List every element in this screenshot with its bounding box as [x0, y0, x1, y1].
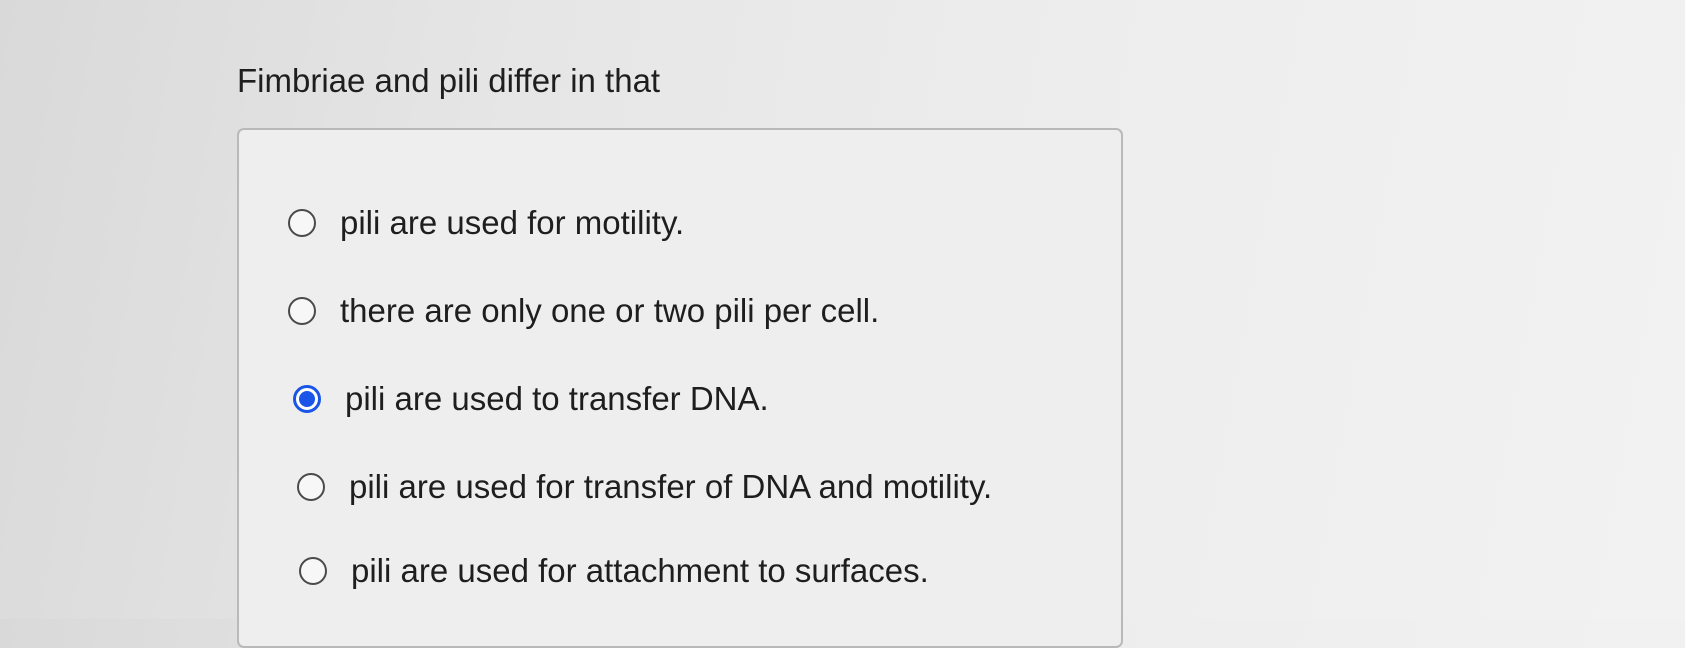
answer-option-1[interactable]: pili are used for motility.	[288, 198, 684, 248]
answer-option-5[interactable]: pili are used for attachment to surfaces…	[299, 546, 929, 596]
question-text: Fimbriae and pili differ in that	[237, 62, 661, 99]
answer-option-label: pili are used for attachment to surfaces…	[351, 552, 929, 589]
answer-option-3[interactable]: pili are used to transfer DNA.	[293, 374, 769, 424]
answer-option-label: pili are used for motility.	[340, 204, 685, 241]
radio-unselected-icon[interactable]	[297, 473, 325, 501]
radio-unselected-icon[interactable]	[288, 209, 316, 237]
radio-unselected-icon[interactable]	[288, 297, 316, 325]
answer-option-label: there are only one or two pili per cell.	[340, 292, 880, 329]
answer-option-label: pili are used for transfer of DNA and mo…	[349, 468, 993, 505]
answer-option-label: pili are used to transfer DNA.	[345, 380, 769, 417]
radio-unselected-icon[interactable]	[299, 557, 327, 585]
radio-selected-icon[interactable]	[293, 385, 321, 413]
answer-option-4[interactable]: pili are used for transfer of DNA and mo…	[297, 462, 992, 512]
answer-option-2[interactable]: there are only one or two pili per cell.	[288, 286, 879, 336]
